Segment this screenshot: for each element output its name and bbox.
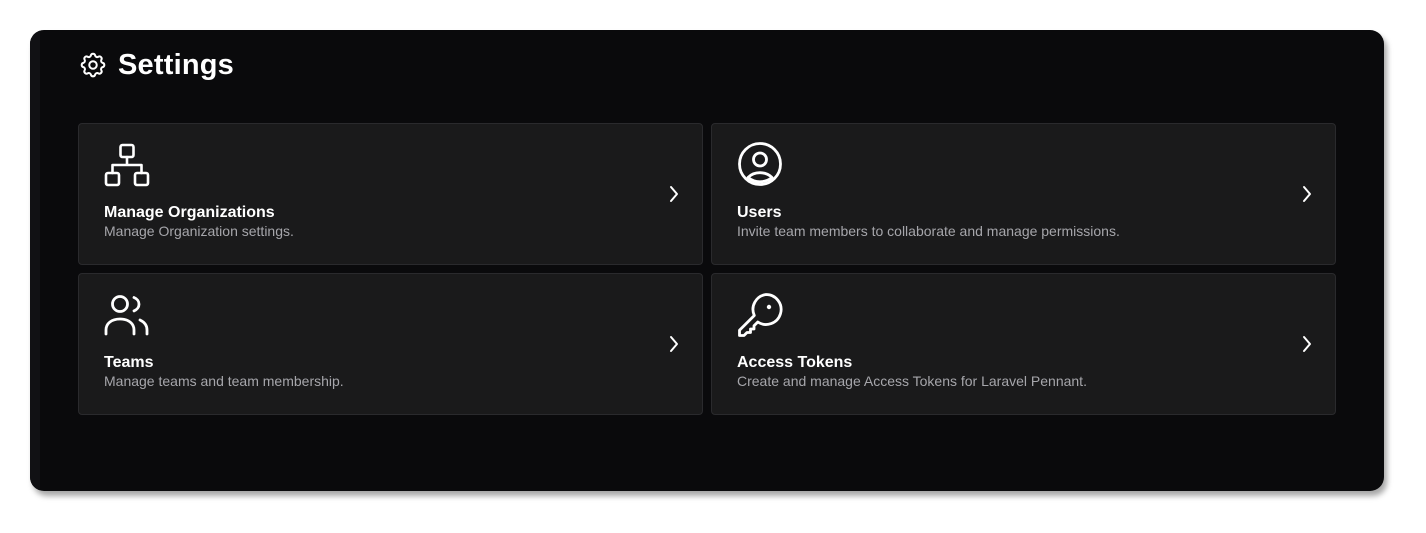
card-title: Manage Organizations: [104, 204, 275, 221]
card-description: Manage teams and team membership.: [104, 373, 344, 389]
organization-icon: [103, 142, 151, 190]
key-icon: [736, 292, 784, 340]
page-header: Settings: [78, 48, 234, 82]
chevron-right-icon: [666, 334, 682, 354]
page-title: Settings: [118, 48, 234, 81]
card-title: Users: [737, 204, 782, 221]
card-description: Invite team members to collaborate and m…: [737, 223, 1120, 239]
window-edge: [30, 30, 40, 491]
chevron-right-icon: [1299, 184, 1315, 204]
card-title: Access Tokens: [737, 354, 853, 371]
settings-grid: Manage Organizations Manage Organization…: [78, 123, 1336, 415]
teams-card[interactable]: Teams Manage teams and team membership.: [78, 273, 703, 415]
users-card[interactable]: Users Invite team members to collaborate…: [711, 123, 1336, 265]
access-tokens-card[interactable]: Access Tokens Create and manage Access T…: [711, 273, 1336, 415]
chevron-right-icon: [1299, 334, 1315, 354]
user-circle-icon: [736, 142, 784, 190]
users-icon: [103, 292, 151, 340]
manage-organizations-card[interactable]: Manage Organizations Manage Organization…: [78, 123, 703, 265]
card-description: Create and manage Access Tokens for Lara…: [737, 373, 1087, 389]
gear-icon: [78, 50, 108, 80]
settings-window: Settings Manage Organizations Manage Org…: [30, 30, 1384, 491]
chevron-right-icon: [666, 184, 682, 204]
card-description: Manage Organization settings.: [104, 223, 294, 239]
card-title: Teams: [104, 354, 154, 371]
